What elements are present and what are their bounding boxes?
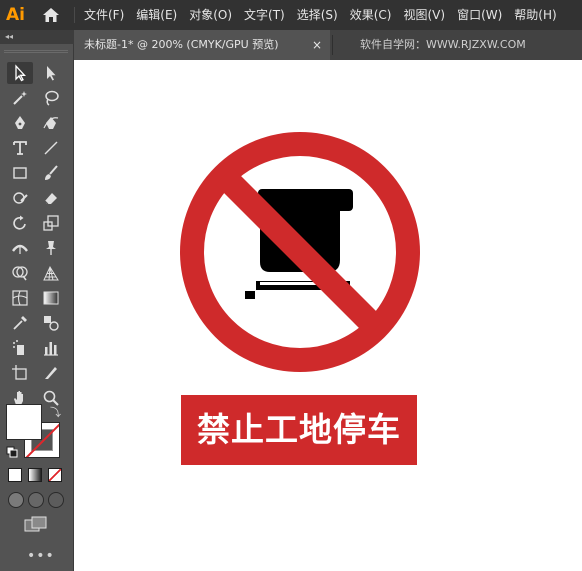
tools-panel-header: ◂◂ bbox=[0, 30, 74, 44]
menu-object[interactable]: 对象(O) bbox=[189, 0, 232, 30]
shape-builder-tool[interactable] bbox=[7, 262, 33, 284]
edit-toolbar-more-button[interactable]: ••• bbox=[27, 548, 55, 564]
artboard-tool[interactable] bbox=[7, 362, 33, 384]
menu-type[interactable]: 文字(T) bbox=[244, 0, 285, 30]
slice-knife-icon bbox=[45, 367, 57, 379]
menu-file[interactable]: 文件(F) bbox=[84, 0, 124, 30]
eyedropper-tool[interactable] bbox=[7, 312, 33, 334]
tab-active-document[interactable]: 未标题-1* @ 200% (CMYK/GPU 预览) bbox=[74, 30, 330, 60]
rectangle-tool[interactable] bbox=[7, 162, 33, 184]
sign-banner: 禁止工地停车 bbox=[181, 395, 417, 465]
pin-icon bbox=[46, 241, 56, 255]
magic-wand-icon bbox=[13, 91, 27, 105]
puppet-warp-tool[interactable] bbox=[38, 237, 64, 259]
mesh-icon bbox=[12, 290, 28, 306]
direct-selection-arrow-icon bbox=[47, 66, 56, 81]
color-mode-button[interactable] bbox=[8, 468, 22, 482]
rotate-icon bbox=[13, 215, 26, 230]
cart-step bbox=[245, 291, 255, 299]
gradient-mode-button[interactable] bbox=[28, 468, 42, 482]
draw-behind-button[interactable] bbox=[28, 492, 44, 508]
gradient-tool[interactable] bbox=[38, 287, 64, 309]
screen-mode-icon[interactable] bbox=[24, 516, 48, 532]
direct-selection-tool[interactable] bbox=[38, 62, 64, 84]
column-graph-icon bbox=[44, 342, 58, 356]
pen-icon bbox=[15, 116, 25, 129]
menu-items: 文件(F) 编辑(E) 对象(O) 文字(T) 选择(S) 效果(C) 视图(V… bbox=[84, 0, 569, 30]
artboard-icon bbox=[12, 365, 27, 380]
menu-divider bbox=[74, 7, 75, 23]
curvature-tool[interactable] bbox=[38, 112, 64, 134]
draw-inside-button[interactable] bbox=[48, 492, 64, 508]
eraser-tool[interactable] bbox=[38, 187, 64, 209]
shaper-tool[interactable] bbox=[7, 187, 33, 209]
line-segment-icon bbox=[44, 141, 58, 155]
menu-help[interactable]: 帮助(H) bbox=[514, 0, 556, 30]
eyedropper-icon bbox=[13, 316, 27, 330]
shaper-icon bbox=[13, 192, 28, 204]
panel-grip[interactable] bbox=[4, 50, 68, 53]
type-icon bbox=[13, 141, 27, 155]
menu-view[interactable]: 视图(V) bbox=[403, 0, 445, 30]
fill-swatch[interactable] bbox=[6, 404, 42, 440]
rectangle-icon bbox=[13, 167, 27, 179]
symbol-sprayer-tool[interactable] bbox=[7, 337, 33, 359]
shape-builder-icon bbox=[12, 266, 28, 281]
magic-wand-tool[interactable] bbox=[7, 87, 33, 109]
blend-icon bbox=[44, 316, 59, 331]
column-graph-tool[interactable] bbox=[38, 337, 64, 359]
home-icon[interactable] bbox=[42, 7, 60, 23]
tab-inactive-document[interactable]: 软件自学网：WWW.RJZXW.COM bbox=[360, 30, 526, 60]
selection-tool[interactable] bbox=[7, 62, 33, 84]
app-logo: Ai bbox=[6, 5, 25, 25]
selection-arrow-icon bbox=[15, 64, 26, 82]
artboard-canvas[interactable]: 禁止工地停车 bbox=[74, 60, 582, 571]
color-mode-row bbox=[8, 468, 62, 482]
blend-tool[interactable] bbox=[38, 312, 64, 334]
menu-bar: Ai 文件(F) 编辑(E) 对象(O) 文字(T) 选择(S) 效果(C) 视… bbox=[0, 0, 582, 30]
menu-edit[interactable]: 编辑(E) bbox=[136, 0, 177, 30]
width-tool[interactable] bbox=[7, 237, 33, 259]
mesh-tool[interactable] bbox=[7, 287, 33, 309]
perspective-grid-icon bbox=[43, 265, 59, 281]
tab-title: 未标题-1* @ 200% (CMYK/GPU 预览) bbox=[84, 38, 279, 51]
menu-window[interactable]: 窗口(W) bbox=[457, 0, 502, 30]
symbol-sprayer-icon bbox=[13, 340, 24, 355]
pen-tool[interactable] bbox=[7, 112, 33, 134]
eraser-icon bbox=[44, 193, 57, 205]
tools-panel: ◂◂ ⤵ ••• bbox=[0, 30, 74, 571]
swap-fill-stroke-icon[interactable]: ⤵ bbox=[50, 404, 61, 420]
lasso-tool[interactable] bbox=[38, 87, 64, 109]
scale-tool[interactable] bbox=[38, 212, 64, 234]
drawing-mode-row bbox=[8, 492, 64, 508]
line-segment-tool[interactable] bbox=[38, 137, 64, 159]
scale-icon bbox=[43, 215, 59, 231]
document-tab-bar: 未标题-1* @ 200% (CMYK/GPU 预览) × 软件自学网：WWW.… bbox=[74, 30, 582, 60]
perspective-grid-tool[interactable] bbox=[38, 262, 64, 284]
collapse-panel-button[interactable]: ◂◂ bbox=[5, 31, 13, 43]
width-icon bbox=[12, 244, 28, 254]
tab-divider bbox=[332, 35, 333, 55]
curvature-pen-icon bbox=[43, 117, 59, 129]
type-tool[interactable] bbox=[7, 137, 33, 159]
paintbrush-icon bbox=[45, 165, 58, 180]
menu-effect[interactable]: 效果(C) bbox=[350, 0, 392, 30]
menu-select[interactable]: 选择(S) bbox=[297, 0, 338, 30]
default-fill-stroke-icon[interactable] bbox=[6, 446, 18, 458]
gradient-icon bbox=[43, 291, 59, 305]
none-mode-button[interactable] bbox=[48, 468, 62, 482]
slice-tool[interactable] bbox=[38, 362, 64, 384]
rotate-tool[interactable] bbox=[7, 212, 33, 234]
lasso-icon bbox=[45, 90, 59, 106]
no-parking-sign bbox=[180, 132, 420, 372]
paintbrush-tool[interactable] bbox=[38, 162, 64, 184]
tab-close-button[interactable]: × bbox=[312, 30, 322, 60]
draw-normal-button[interactable] bbox=[8, 492, 24, 508]
